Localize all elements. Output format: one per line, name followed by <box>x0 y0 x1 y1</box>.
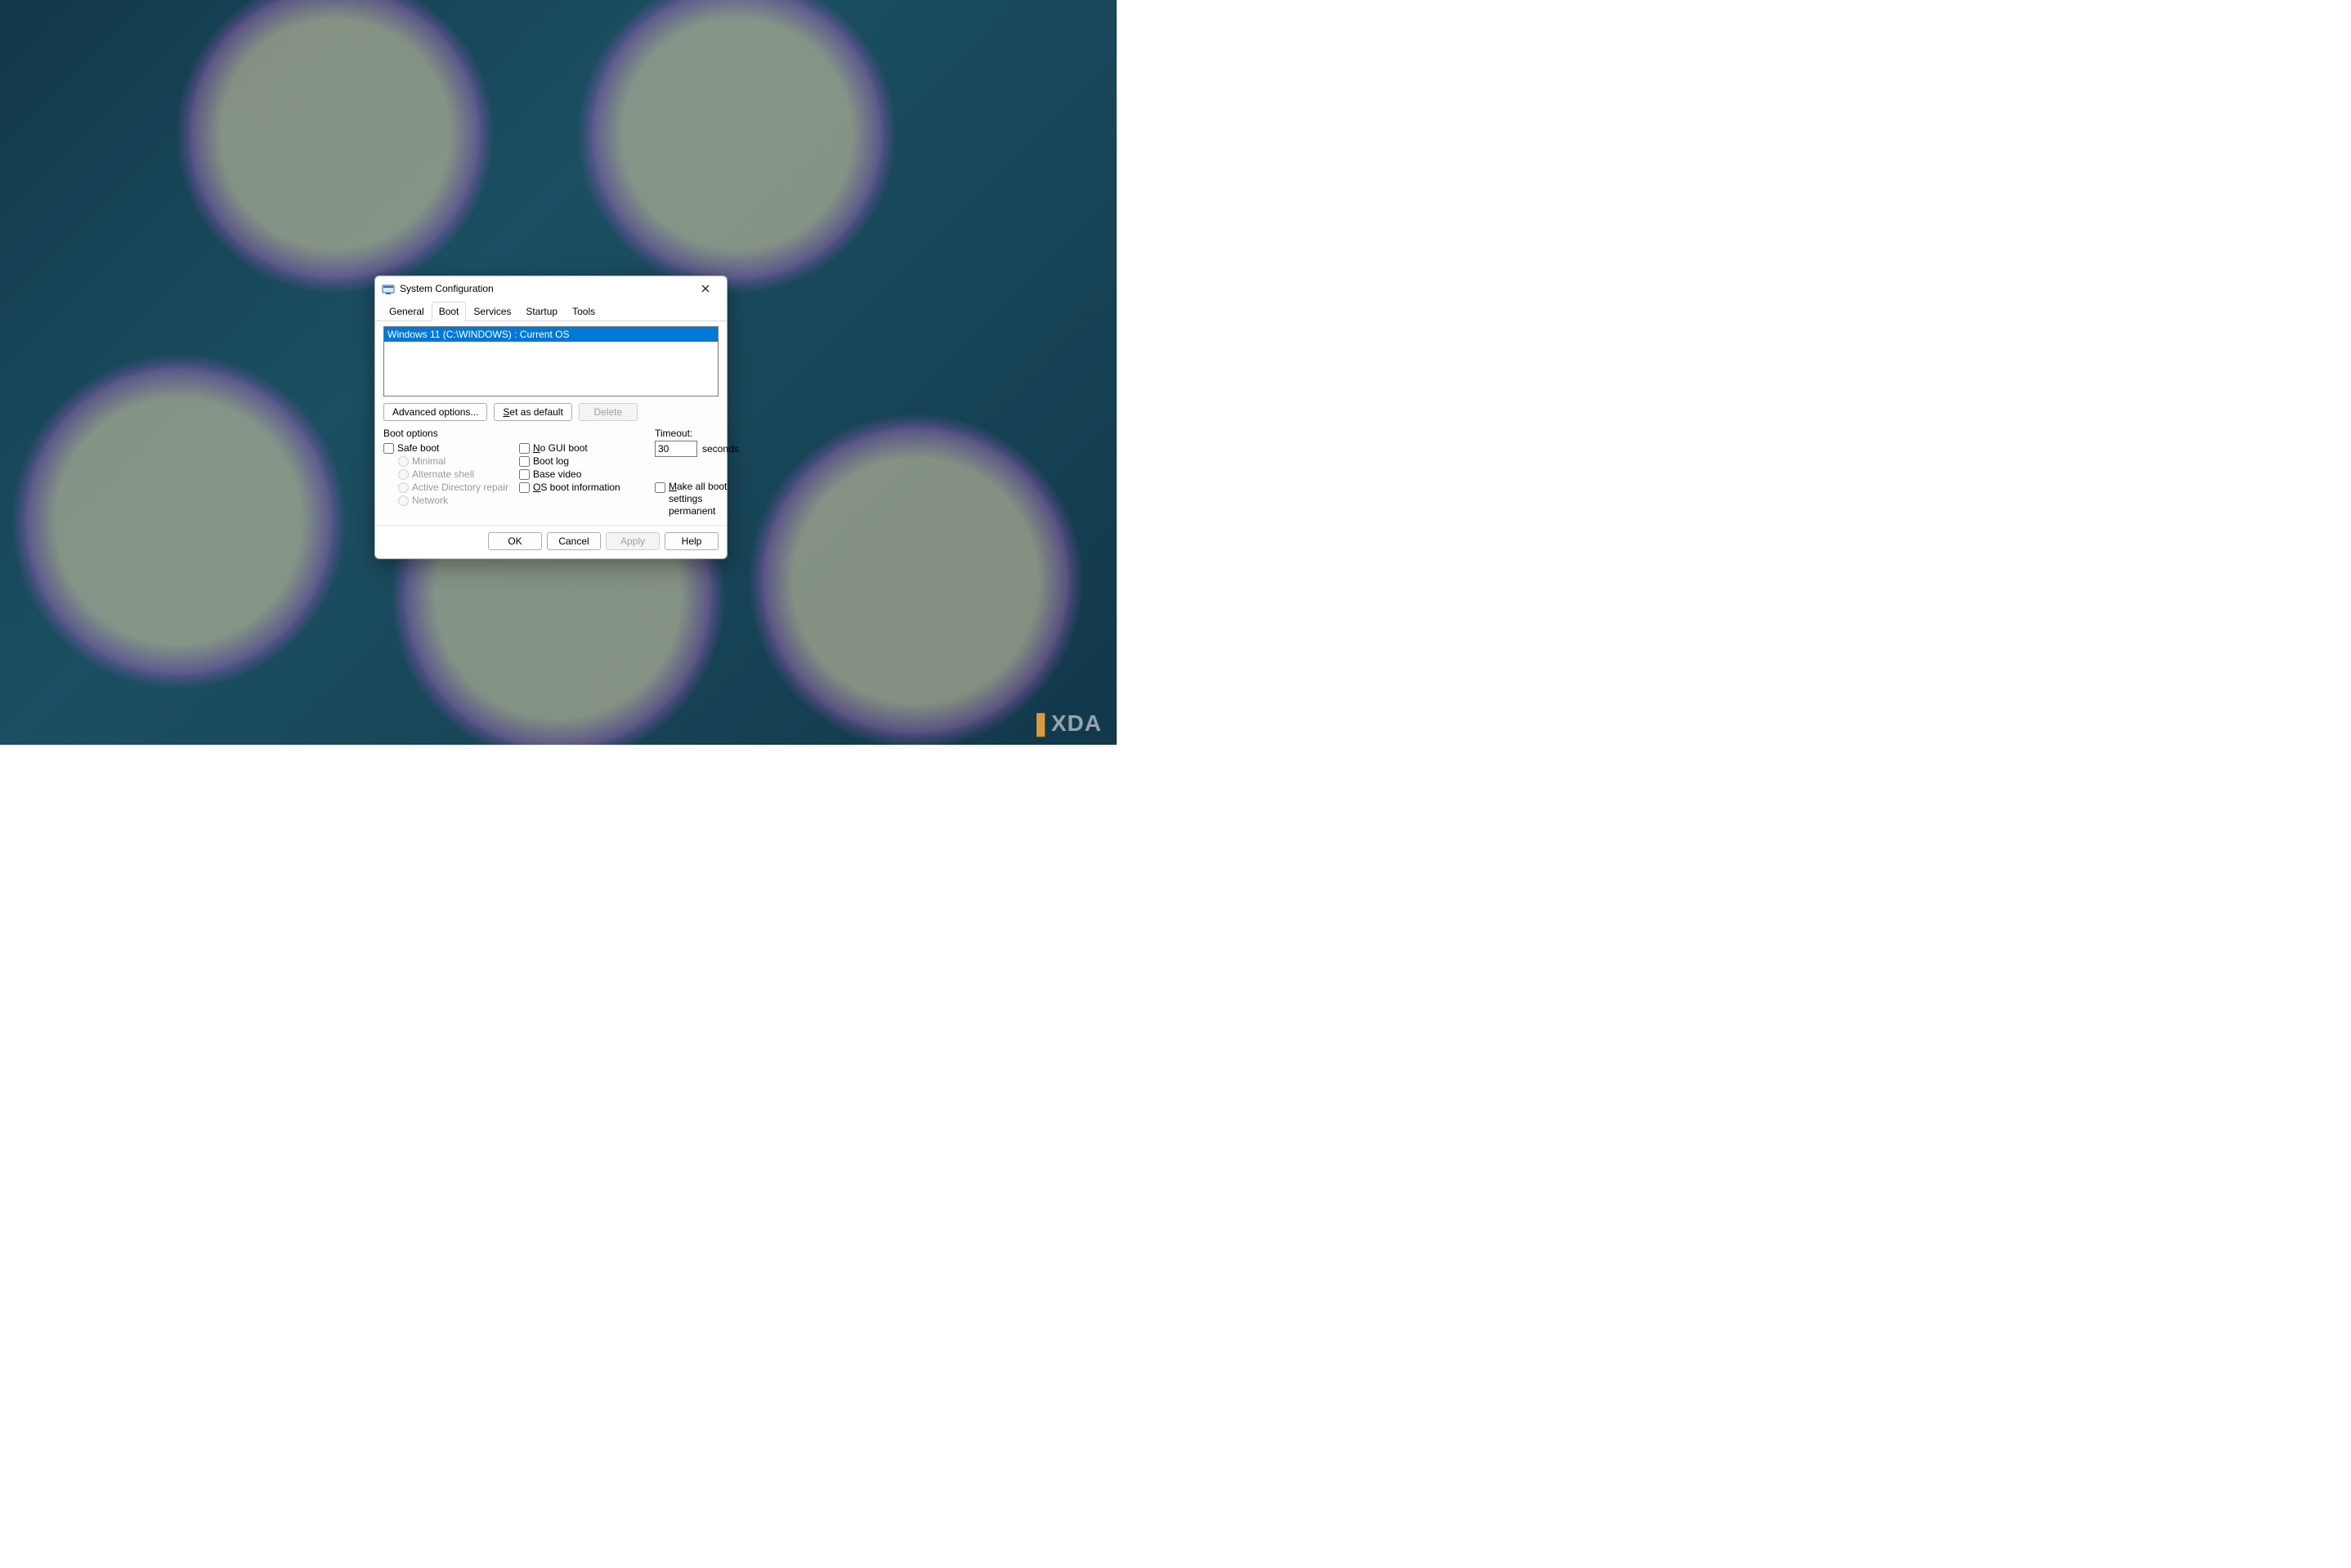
base-video-label: Base video <box>533 468 581 480</box>
system-configuration-window: System Configuration General Boot Servic… <box>374 276 728 559</box>
timeout-input[interactable] <box>655 441 697 457</box>
close-icon <box>701 284 710 293</box>
boot-log-checkbox[interactable] <box>519 456 530 467</box>
titlebar: System Configuration <box>375 276 727 301</box>
boot-options-group: Boot options Safe boot Minimal Alternate… <box>383 428 514 518</box>
ok-button[interactable]: OK <box>488 532 542 550</box>
os-boot-info-label: OS boot information <box>533 482 620 493</box>
watermark-logo: ❚XDA <box>1031 710 1102 737</box>
boot-log-label: Boot log <box>533 455 569 467</box>
timeout-unit-label: seconds <box>702 443 739 455</box>
safe-boot-altshell-label: Alternate shell <box>412 468 474 480</box>
tab-strip: General Boot Services Startup Tools <box>375 301 727 321</box>
os-button-row: Advanced options... Set as default Delet… <box>383 403 719 421</box>
tab-services[interactable]: Services <box>466 302 518 321</box>
timeout-group: Timeout: seconds Make all boot settings … <box>647 428 739 518</box>
tab-general[interactable]: General <box>382 302 432 321</box>
advanced-options-button[interactable]: Advanced options... <box>383 403 487 421</box>
os-boot-info-checkbox[interactable] <box>519 482 530 493</box>
help-button[interactable]: Help <box>665 532 719 550</box>
apply-button: Apply <box>606 532 660 550</box>
tab-startup[interactable]: Startup <box>518 302 565 321</box>
tab-body: Windows 11 (C:\WINDOWS) : Current OS Adv… <box>375 321 727 525</box>
make-permanent-label: Make all boot settings permanent <box>669 481 739 517</box>
safe-boot-adrepair-label: Active Directory repair <box>412 482 508 493</box>
make-permanent-checkbox[interactable] <box>655 482 665 493</box>
safe-boot-network-label: Network <box>412 495 448 506</box>
set-as-default-button[interactable]: Set as default <box>494 403 571 421</box>
safe-boot-minimal-radio <box>398 456 409 467</box>
safe-boot-network-radio <box>398 495 409 506</box>
os-entry-selected[interactable]: Windows 11 (C:\WINDOWS) : Current OS <box>384 327 718 342</box>
msconfig-icon <box>382 282 395 295</box>
no-gui-boot-label: No GUI boot <box>533 442 588 454</box>
boot-flags-group: No GUI boot Boot log Base video OS boot … <box>519 428 642 518</box>
safe-boot-adrepair-radio <box>398 482 409 493</box>
timeout-label: Timeout: <box>655 428 739 439</box>
safe-boot-checkbox[interactable] <box>383 443 394 454</box>
no-gui-boot-checkbox[interactable] <box>519 443 530 454</box>
boot-options-label: Boot options <box>383 428 514 439</box>
tab-boot[interactable]: Boot <box>432 302 467 321</box>
delete-button: Delete <box>579 403 638 421</box>
safe-boot-label: Safe boot <box>397 442 439 454</box>
window-title: System Configuration <box>400 283 689 294</box>
desktop-wallpaper: System Configuration General Boot Servic… <box>0 0 1117 745</box>
cancel-button[interactable]: Cancel <box>547 532 601 550</box>
os-listbox[interactable]: Windows 11 (C:\WINDOWS) : Current OS <box>383 326 719 396</box>
tab-tools[interactable]: Tools <box>565 302 602 321</box>
base-video-checkbox[interactable] <box>519 469 530 480</box>
safe-boot-altshell-radio <box>398 469 409 480</box>
safe-boot-minimal-label: Minimal <box>412 455 446 467</box>
close-button[interactable] <box>689 277 722 300</box>
dialog-footer: OK Cancel Apply Help <box>375 525 727 558</box>
